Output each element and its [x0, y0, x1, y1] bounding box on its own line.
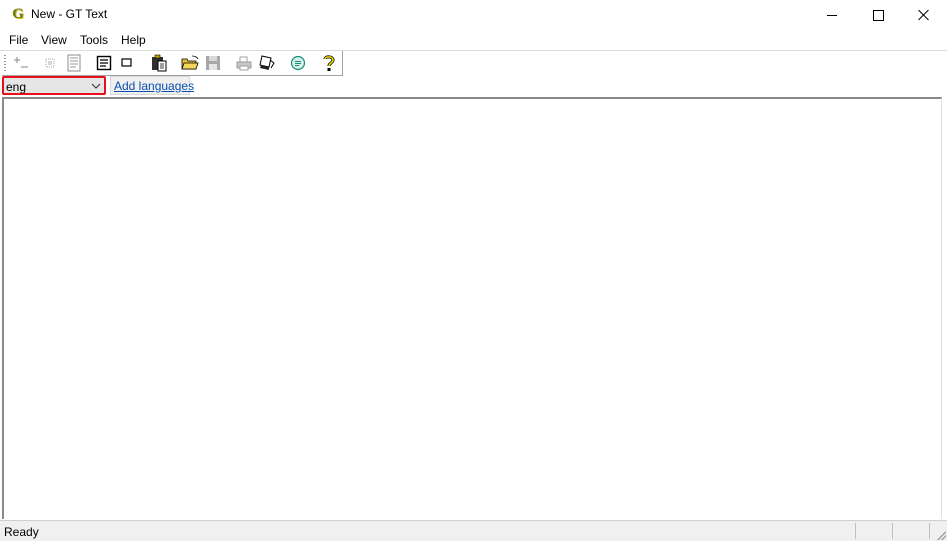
resize-grip[interactable]	[936, 530, 946, 540]
minimize-button[interactable]	[809, 0, 855, 30]
language-value: eng	[6, 80, 27, 94]
title-bar: G New - GT Text	[0, 0, 947, 30]
print-button[interactable]	[234, 53, 254, 73]
add-languages-link[interactable]: Add languages	[114, 79, 194, 93]
select-area-button[interactable]	[40, 53, 60, 73]
language-bar: eng Add languages	[0, 75, 947, 97]
menu-help[interactable]: Help	[121, 33, 146, 47]
help-question-icon	[323, 55, 335, 71]
window-title: New - GT Text	[31, 7, 108, 21]
menu-tools[interactable]: Tools	[80, 33, 108, 47]
chevron-down-icon	[91, 83, 101, 89]
toolbar-grip[interactable]	[4, 55, 6, 71]
paste-clipboard-icon	[152, 54, 167, 72]
page-layout-button[interactable]	[64, 53, 84, 73]
add-languages-panel: Add languages	[110, 76, 194, 95]
help-button[interactable]	[319, 53, 339, 73]
rectangle-icon	[121, 58, 132, 67]
print-icon	[236, 56, 252, 71]
maximize-icon	[872, 9, 884, 21]
ocr-recognize-icon	[290, 55, 306, 71]
close-icon	[918, 9, 930, 21]
status-pane-divider	[892, 523, 893, 539]
toolbar	[2, 51, 343, 76]
close-button[interactable]	[901, 0, 947, 30]
open-folder-icon	[181, 55, 199, 70]
text-editor[interactable]	[2, 97, 942, 519]
menu-bar: File View Tools Help	[0, 30, 947, 50]
open-button[interactable]	[180, 53, 200, 73]
status-text: Ready	[4, 525, 39, 539]
app-icon: G	[12, 6, 24, 22]
text-document-button[interactable]	[94, 53, 114, 73]
page-layout-icon	[67, 54, 81, 72]
ocr-button[interactable]	[288, 53, 308, 73]
status-bar: Ready	[0, 520, 947, 541]
add-zone-button[interactable]	[11, 53, 31, 73]
scan-button[interactable]	[257, 53, 277, 73]
add-zone-icon	[14, 57, 28, 68]
select-area-icon	[45, 58, 55, 68]
maximize-button[interactable]	[855, 0, 901, 30]
language-select[interactable]: eng	[2, 76, 106, 95]
menu-view[interactable]: View	[41, 33, 67, 47]
rectangle-button[interactable]	[117, 53, 137, 73]
minimize-icon	[827, 14, 837, 16]
save-disk-icon	[206, 56, 220, 70]
status-pane-divider	[929, 523, 930, 539]
save-button[interactable]	[203, 53, 223, 73]
menu-file[interactable]: File	[9, 33, 28, 47]
scan-icon	[259, 55, 275, 70]
text-document-icon	[96, 55, 112, 71]
paste-button[interactable]	[149, 53, 169, 73]
status-pane-divider	[855, 523, 856, 539]
